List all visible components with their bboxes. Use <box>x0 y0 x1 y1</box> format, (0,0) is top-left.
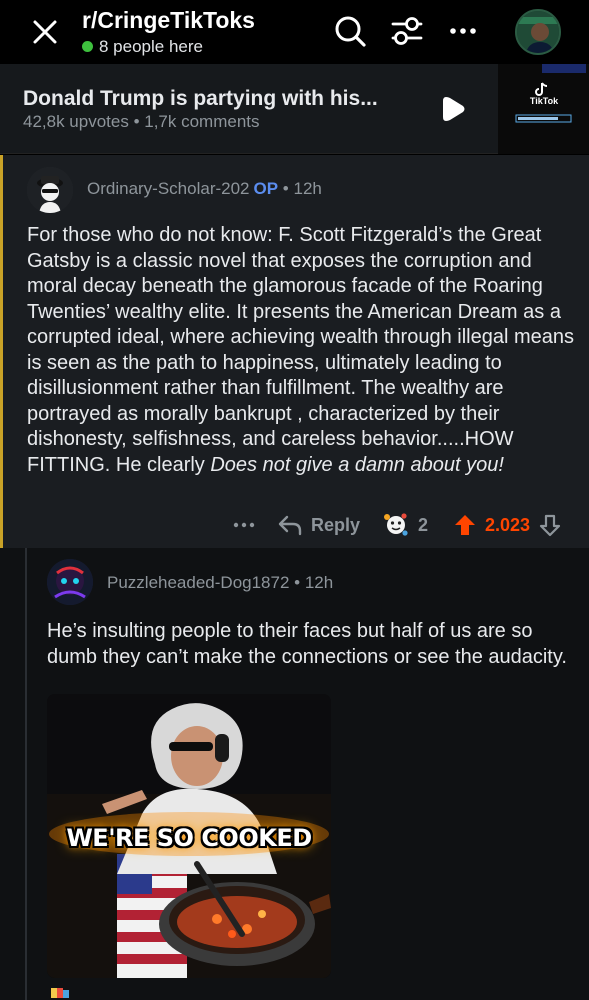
more-dots-icon <box>233 522 255 528</box>
reply-comment-body: He’s insulting people to their faces but… <box>47 620 567 668</box>
op-comment: Ordinary-Scholar-202 OP • 12h For those w… <box>0 155 589 548</box>
post-thumbnail[interactable]: TikTok <box>498 64 589 154</box>
reply-avatar[interactable] <box>47 559 93 605</box>
op-avatar[interactable] <box>27 167 73 213</box>
play-icon[interactable] <box>440 94 468 124</box>
post-stats: 42,8k upvotes • 1,7k comments <box>23 112 260 131</box>
reply-button[interactable]: Reply <box>277 510 360 540</box>
op-body-text: For those who do not know: F. Scott Fitz… <box>27 224 574 476</box>
close-icon[interactable] <box>30 17 60 47</box>
presence-text: 8 people here <box>99 37 203 56</box>
reply-comment: Puzzleheaded-Dog1872 • 12h He’s insultin… <box>0 548 589 1000</box>
search-icon[interactable] <box>333 14 367 48</box>
meta-separator: • <box>278 179 294 198</box>
award-button[interactable]: 2 <box>383 510 428 540</box>
online-dot-icon <box>82 41 93 52</box>
subreddit-name[interactable]: r/CringeTikToks <box>82 7 255 34</box>
gif-caption: WE'RE SO COOKED <box>66 824 312 852</box>
award-icon <box>384 513 408 536</box>
reply-icon <box>278 515 302 536</box>
next-comment-preview <box>47 985 347 1000</box>
reply-timestamp: 12h <box>304 573 334 592</box>
vote-score: 2.023 <box>485 514 531 535</box>
op-more-button[interactable] <box>232 510 256 540</box>
op-badge: OP <box>253 179 279 198</box>
downvote-icon[interactable] <box>539 513 561 537</box>
award-count: 2 <box>418 514 429 535</box>
next-comment-avatar-icon <box>51 988 69 998</box>
op-author-line: Ordinary-Scholar-202 OP • 12h <box>87 179 322 199</box>
vote-controls: 2.023 <box>454 510 561 540</box>
gif-image[interactable]: WE'RE SO COOKED <box>47 694 331 978</box>
thread-line <box>25 548 27 1000</box>
reply-label: Reply <box>311 514 361 535</box>
op-action-bar: Reply 2 2.023 <box>3 510 589 540</box>
reply-author-line: Puzzleheaded-Dog1872 • 12h <box>107 573 333 593</box>
thumbnail-label: TikTok <box>529 96 559 106</box>
op-comment-body: For those who do not know: F. Scott Fitz… <box>27 223 579 478</box>
op-timestamp: 12h <box>293 179 322 198</box>
presence-indicator: 8 people here <box>82 37 203 57</box>
reply-username[interactable]: Puzzleheaded-Dog1872 <box>107 573 289 592</box>
op-username[interactable]: Ordinary-Scholar-202 <box>87 179 250 198</box>
upvote-icon[interactable] <box>454 513 476 537</box>
filter-icon[interactable] <box>390 14 424 48</box>
more-options-icon[interactable] <box>446 14 480 48</box>
meta-separator: • <box>289 573 305 592</box>
post-title[interactable]: Donald Trump is partying with his... <box>23 87 378 111</box>
user-avatar[interactable] <box>515 9 561 55</box>
top-bar: r/CringeTikToks 8 people here <box>0 0 589 64</box>
op-body-emphasis: Does not give a damn about you! <box>210 453 504 476</box>
